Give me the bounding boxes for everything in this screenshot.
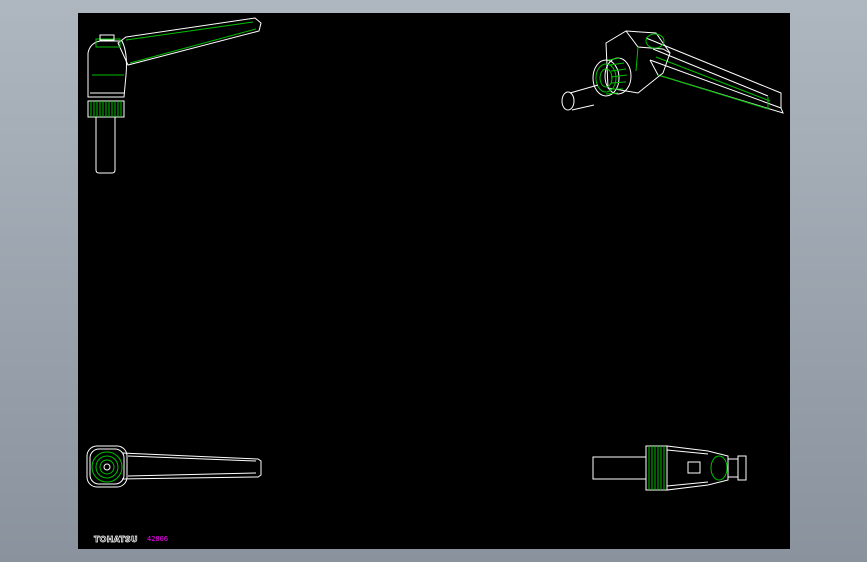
part-code-label: 42806: [147, 535, 169, 543]
top-view: [86, 445, 262, 488]
drawing-sheet: TOHATSU 42806: [78, 13, 790, 549]
company-logo: TOHATSU: [94, 535, 138, 545]
cad-drawing: [86, 17, 784, 491]
isometric-view: [561, 30, 784, 114]
side-view: [87, 17, 262, 174]
end-view: [592, 445, 747, 491]
